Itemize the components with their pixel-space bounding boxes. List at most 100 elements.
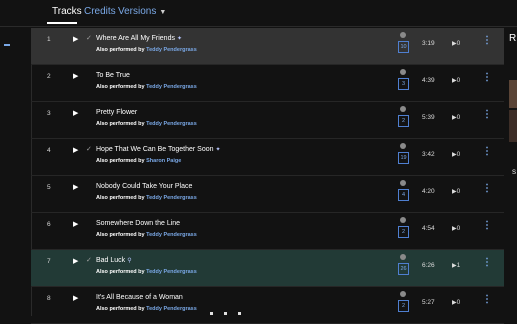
- artist-link[interactable]: Sharon Paige: [146, 158, 181, 164]
- artist-link[interactable]: Teddy Pendergrass: [146, 269, 197, 275]
- also-performed-by: Also performed by Teddy Pendergrass: [96, 121, 197, 127]
- more-options-icon[interactable]: ⋮: [482, 183, 492, 194]
- selection-marker: [4, 44, 10, 46]
- more-options-icon[interactable]: ⋮: [482, 146, 492, 157]
- track-duration: 4:54: [422, 225, 435, 232]
- tab-credits[interactable]: Credits: [84, 6, 116, 17]
- track-title-text: Where Are All My Friends: [96, 35, 175, 42]
- badge-icon[interactable]: 4: [398, 180, 409, 203]
- track-row[interactable]: 6 ▶ Somewhere Down the Line Also performed …: [31, 213, 504, 250]
- track-duration: 6:26: [422, 262, 435, 269]
- track-title[interactable]: Bad Luck ⚲: [96, 257, 132, 264]
- play-count: ▶0: [452, 114, 460, 121]
- track-title-text: Nobody Could Take Your Place: [96, 183, 193, 190]
- track-row[interactable]: 7 ▶ ✓ Bad Luck ⚲ Also performed by Teddy Pend…: [31, 250, 504, 287]
- badge-icon[interactable]: 2: [398, 291, 409, 314]
- artist-link[interactable]: Teddy Pendergrass: [146, 306, 197, 312]
- play-icon[interactable]: ▶: [73, 35, 78, 43]
- track-row[interactable]: 3 ▶ Pretty Flower Also performed by Teddy P…: [31, 102, 504, 139]
- play-count: ▶1: [452, 262, 460, 269]
- versions-dropdown-icon: ▼: [159, 9, 167, 16]
- more-options-icon[interactable]: ⋮: [482, 35, 492, 46]
- play-icon[interactable]: ▶: [73, 183, 78, 191]
- track-title[interactable]: Where Are All My Friends ✦: [96, 35, 182, 42]
- also-performed-label: Also performed by: [96, 84, 145, 90]
- track-title[interactable]: To Be True: [96, 72, 130, 79]
- track-row[interactable]: 8 ▶ It's All Because of a Woman Also perfor…: [31, 287, 504, 324]
- play-icon[interactable]: ▶: [73, 294, 78, 302]
- track-title[interactable]: Hope That We Can Be Together Soon ✦: [96, 146, 221, 153]
- also-performed-label: Also performed by: [96, 269, 145, 275]
- track-duration: 4:20: [422, 188, 435, 195]
- track-row[interactable]: 5 ▶ Nobody Could Take Your Place Also perfo…: [31, 176, 504, 213]
- link-icon: ⚲: [127, 258, 132, 264]
- track-title[interactable]: Pretty Flower: [96, 109, 137, 116]
- track-duration: 3:42: [422, 151, 435, 158]
- artist-link[interactable]: Teddy Pendergrass: [146, 121, 197, 127]
- track-title[interactable]: Nobody Could Take Your Place: [96, 183, 192, 190]
- badge-icon[interactable]: 3: [398, 69, 409, 92]
- play-count: ▶0: [452, 299, 460, 306]
- play-count-value: 1: [456, 262, 461, 269]
- badge-icon[interactable]: 19: [398, 143, 409, 166]
- artist-link[interactable]: Teddy Pendergrass: [146, 84, 197, 90]
- also-performed-label: Also performed by: [96, 121, 145, 127]
- play-count: ▶0: [452, 151, 460, 158]
- badge-icon[interactable]: 10: [398, 32, 409, 55]
- play-icon[interactable]: ▶: [73, 72, 78, 80]
- artist-link[interactable]: Teddy Pendergrass: [146, 232, 197, 238]
- track-number: 5: [47, 184, 51, 191]
- track-title[interactable]: It's All Because of a Woman: [96, 294, 183, 301]
- track-duration: 5:27: [422, 299, 435, 306]
- play-icon[interactable]: ▶: [73, 109, 78, 117]
- artist-photo-2[interactable]: [509, 110, 517, 142]
- also-performed-by: Also performed by Teddy Pendergrass: [96, 84, 197, 90]
- play-count: ▶0: [452, 225, 460, 232]
- also-performed-label: Also performed by: [96, 306, 145, 312]
- more-options-icon[interactable]: ⋮: [482, 294, 492, 305]
- track-row[interactable]: 2 ▶ To Be True Also performed by Teddy Pend…: [31, 65, 504, 102]
- more-options-icon[interactable]: ⋮: [482, 220, 492, 231]
- badge-icon[interactable]: 26: [398, 254, 409, 277]
- version-count: 10: [398, 41, 409, 53]
- track-number: 8: [47, 295, 51, 302]
- track-title[interactable]: Somewhere Down the Line: [96, 220, 180, 227]
- version-count: 3: [398, 78, 409, 90]
- also-performed-by: Also performed by Teddy Pendergrass: [96, 195, 197, 201]
- sparkle-icon: ✦: [215, 147, 221, 153]
- track-title-text: Bad Luck: [96, 257, 126, 264]
- artist-photo[interactable]: [509, 80, 517, 108]
- track-row[interactable]: 4 ▶ ✓ Hope That We Can Be Together Soon ✦ Als…: [31, 139, 504, 176]
- tab-bar: Tracks Credits Versions ▼: [0, 0, 517, 27]
- track-number: 7: [47, 258, 51, 265]
- tab-tracks[interactable]: Tracks: [52, 6, 82, 17]
- more-options-icon[interactable]: ⋮: [482, 72, 492, 83]
- version-count: 26: [398, 263, 409, 275]
- track-duration: 5:39: [422, 114, 435, 121]
- more-options-icon[interactable]: ⋮: [482, 109, 492, 120]
- scroll-indicator: [210, 312, 250, 315]
- version-count: 4: [398, 189, 409, 201]
- right-panel-heading: R: [509, 33, 517, 44]
- badge-icon[interactable]: 2: [398, 106, 409, 129]
- also-performed-label: Also performed by: [96, 47, 145, 53]
- version-count: 2: [398, 226, 409, 238]
- play-icon[interactable]: ▶: [73, 257, 78, 265]
- play-icon[interactable]: ▶: [73, 220, 78, 228]
- artist-link[interactable]: Teddy Pendergrass: [146, 195, 197, 201]
- artist-link[interactable]: Teddy Pendergrass: [146, 47, 197, 53]
- version-count: 2: [398, 115, 409, 127]
- track-number: 1: [47, 36, 51, 43]
- play-count: ▶0: [452, 188, 460, 195]
- play-count-value: 0: [456, 151, 461, 158]
- play-icon[interactable]: ▶: [73, 146, 78, 154]
- more-options-icon[interactable]: ⋮: [482, 257, 492, 268]
- tab-versions[interactable]: Versions ▼: [118, 6, 166, 17]
- badge-icon[interactable]: 2: [398, 217, 409, 240]
- play-count-value: 0: [456, 77, 461, 84]
- track-row[interactable]: 1 ▶ ✓ Where Are All My Friends ✦ Also perform…: [31, 28, 504, 65]
- track-title-text: Somewhere Down the Line: [96, 220, 181, 227]
- check-icon: ✓: [86, 257, 92, 264]
- track-title-text: Pretty Flower: [96, 109, 138, 116]
- track-number: 2: [47, 73, 51, 80]
